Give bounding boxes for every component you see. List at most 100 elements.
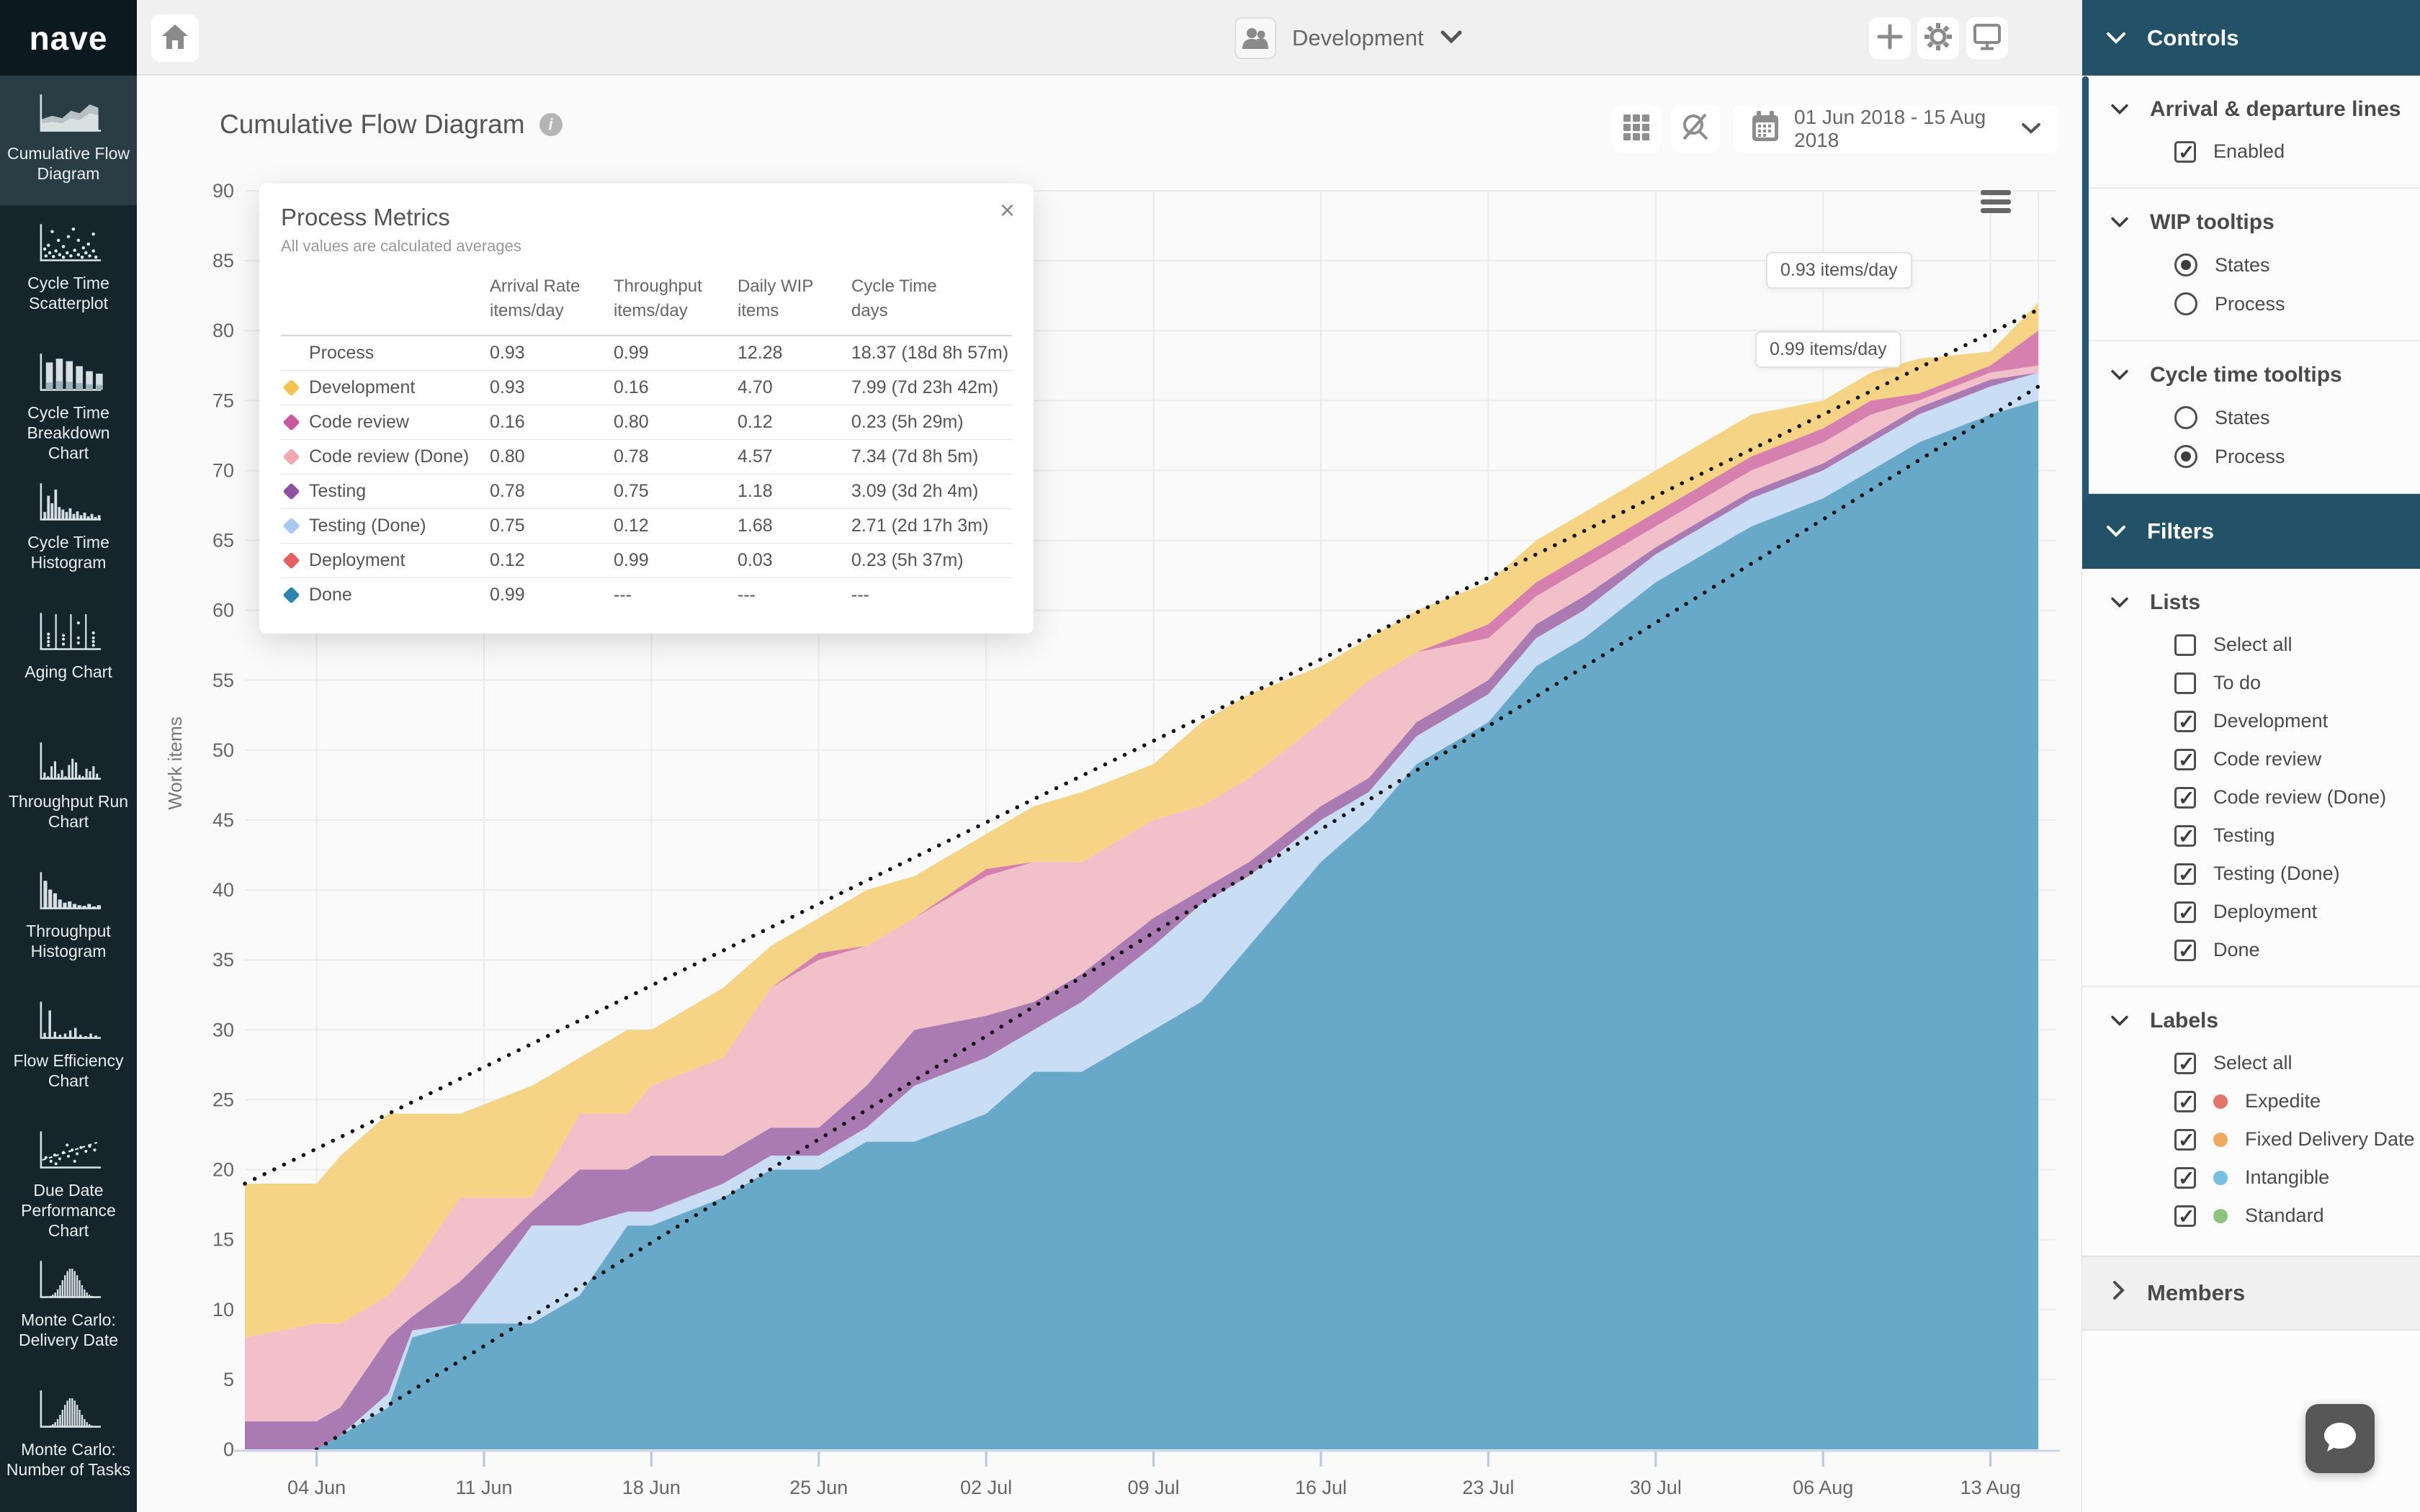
nave-logo: nave: [0, 0, 137, 76]
svg-text:35: 35: [212, 949, 234, 971]
checkbox-testing[interactable]: Testing: [2082, 824, 2420, 847]
svg-text:30 Jul: 30 Jul: [1630, 1477, 1682, 1498]
cycle-time-value: 0.23 (5h 29m): [851, 412, 1012, 433]
data-grid-button[interactable]: [1612, 105, 1661, 153]
display-button[interactable]: [1966, 17, 2008, 59]
radio-states[interactable]: States: [2082, 406, 2420, 429]
chevron-right-icon: [2111, 1279, 2125, 1307]
series-diamond-icon: [282, 413, 300, 431]
svg-text:70: 70: [212, 459, 234, 481]
sidebar-item-label: Cycle Time Histogram: [6, 532, 131, 572]
daily-wip-value: 1.18: [738, 481, 851, 502]
checkbox-code-review[interactable]: Code review: [2082, 748, 2420, 770]
radio-process[interactable]: Process: [2082, 292, 2420, 315]
runchart-chart-icon: [31, 739, 106, 786]
breakdown-chart-icon: [31, 351, 106, 397]
arrival-rate-value: 0.80: [490, 446, 614, 467]
svg-text:16 Jul: 16 Jul: [1295, 1477, 1347, 1498]
checkbox-done[interactable]: Done: [2082, 939, 2420, 961]
svg-text:45: 45: [212, 809, 234, 831]
date-range-value: 01 Jun 2018 - 15 Aug 2018: [1794, 106, 2006, 152]
checkbox-development[interactable]: Development: [2082, 710, 2420, 732]
section-header-arrival-departure-lines[interactable]: Arrival & departure lines: [2082, 97, 2420, 122]
sidebar-item-cycle-time-histogram[interactable]: Cycle Time Histogram: [0, 464, 137, 594]
cycle-time-value: 0.23 (5h 37m): [851, 550, 1012, 571]
chevron-down-icon: [2105, 25, 2127, 51]
cyclehist-chart-icon: [31, 480, 106, 526]
info-icon[interactable]: i: [539, 113, 563, 136]
sidebar-item-throughput-run-chart[interactable]: Throughput Run Chart: [0, 724, 137, 853]
daily-wip-value: 0.03: [738, 550, 851, 571]
members-section-header[interactable]: Members: [2082, 1256, 2420, 1331]
checkbox-select-all[interactable]: Select all: [2082, 634, 2420, 656]
section-header-labels[interactable]: Labels: [2082, 1009, 2420, 1033]
sidebar-item-cycle-time-breakdown-chart[interactable]: Cycle Time Breakdown Chart: [0, 335, 137, 464]
top-bar: Development: [137, 0, 2081, 76]
sidebar-item-label: Due Date Performance Chart: [6, 1180, 131, 1241]
sidebar-item-aging-chart[interactable]: Aging Chart: [0, 594, 137, 724]
home-button[interactable]: [151, 14, 199, 62]
sidebar-item-cumulative-flow-diagram[interactable]: Cumulative Flow Diagram: [0, 76, 137, 205]
sidebar-item-label: Aging Chart: [6, 662, 131, 682]
board-selector[interactable]: Development: [1234, 17, 1463, 59]
throughput-value: 0.99: [614, 343, 738, 364]
series-name: Deployment: [309, 550, 405, 571]
throughput-value: ---: [614, 585, 738, 606]
series-name: Testing (Done): [309, 516, 426, 536]
svg-text:18 Jun: 18 Jun: [622, 1477, 681, 1498]
montecarlo-chart-icon: [31, 1387, 106, 1434]
daily-wip-value: 0.12: [738, 412, 851, 433]
checkbox-code-review-done-[interactable]: Code review (Done): [2082, 786, 2420, 809]
label-color-dot: [2213, 1133, 2228, 1147]
chart-context-menu-icon[interactable]: [1981, 190, 2011, 213]
floweff-chart-icon: [31, 999, 106, 1045]
checkbox-expedite[interactable]: Expedite: [2082, 1090, 2420, 1112]
svg-text:0: 0: [223, 1439, 234, 1460]
series-name: Testing: [309, 481, 366, 502]
checkbox-deployment[interactable]: Deployment: [2082, 901, 2420, 923]
zoom-disabled-button[interactable]: [1671, 105, 1720, 153]
controls-header[interactable]: Controls: [2082, 0, 2420, 76]
svg-text:25 Jun: 25 Jun: [789, 1477, 848, 1498]
section-header-cycle-time-tooltips[interactable]: Cycle time tooltips: [2082, 363, 2420, 387]
sidebar-item-label: Throughput Run Chart: [6, 791, 131, 832]
settings-button[interactable]: [1917, 17, 1959, 59]
chevron-down-icon: [2110, 210, 2130, 235]
grid-icon: [1622, 113, 1651, 145]
section-header-lists[interactable]: Lists: [2082, 590, 2420, 615]
series-diamond-icon: [282, 586, 300, 603]
chat-button[interactable]: [2305, 1404, 2375, 1473]
sidebar-scrollbar[interactable]: [2082, 76, 2089, 501]
sidebar-item-monte-carlo-number-of-tasks[interactable]: Monte Carlo: Number of Tasks: [0, 1372, 137, 1501]
svg-text:02 Jul: 02 Jul: [960, 1477, 1012, 1498]
add-button[interactable]: [1869, 17, 1911, 59]
daily-wip-value: 1.68: [738, 516, 851, 536]
date-range-picker[interactable]: 01 Jun 2018 - 15 Aug 2018: [1734, 105, 2059, 153]
radio-process[interactable]: Process: [2082, 445, 2420, 468]
sidebar-item-label: Cycle Time Scatterplot: [6, 273, 131, 313]
svg-text:09 Jul: 09 Jul: [1128, 1477, 1180, 1498]
team-icon: [1234, 17, 1276, 59]
table-row: Code review (Done)0.800.784.577.34 (7d 8…: [281, 440, 1012, 474]
checkbox-select-all[interactable]: Select all: [2082, 1052, 2420, 1074]
section-header-wip-tooltips[interactable]: WIP tooltips: [2082, 210, 2420, 235]
checkbox-standard[interactable]: Standard: [2082, 1205, 2420, 1227]
checkbox-intangible[interactable]: Intangible: [2082, 1166, 2420, 1189]
sidebar-item-due-date-performance-chart[interactable]: Due Date Performance Chart: [0, 1112, 137, 1242]
close-icon[interactable]: ×: [1000, 195, 1015, 225]
checkbox-testing-done-[interactable]: Testing (Done): [2082, 863, 2420, 885]
checkbox-to-do[interactable]: To do: [2082, 672, 2420, 694]
checkbox-fixed-delivery-date[interactable]: Fixed Delivery Date: [2082, 1128, 2420, 1151]
svg-text:11 Jun: 11 Jun: [455, 1477, 512, 1498]
sidebar-item-monte-carlo-delivery-date[interactable]: Monte Carlo: Delivery Date: [0, 1242, 137, 1372]
sidebar-item-cycle-time-scatterplot[interactable]: Cycle Time Scatterplot: [0, 205, 137, 335]
filters-header[interactable]: Filters: [2082, 494, 2420, 569]
checkbox-enabled[interactable]: Enabled: [2082, 140, 2420, 163]
sidebar-item-flow-efficiency-chart[interactable]: Flow Efficiency Chart: [0, 983, 137, 1112]
sidebar-item-throughput-histogram[interactable]: Throughput Histogram: [0, 853, 137, 983]
board-name: Development: [1292, 25, 1424, 51]
cycle-time-value: 3.09 (3d 2h 4m): [851, 481, 1012, 502]
daily-wip-value: 12.28: [738, 343, 851, 364]
chart-nav-sidebar: nave Cumulative Flow Diagram Cycle Time S…: [0, 0, 137, 1512]
radio-states[interactable]: States: [2082, 253, 2420, 276]
